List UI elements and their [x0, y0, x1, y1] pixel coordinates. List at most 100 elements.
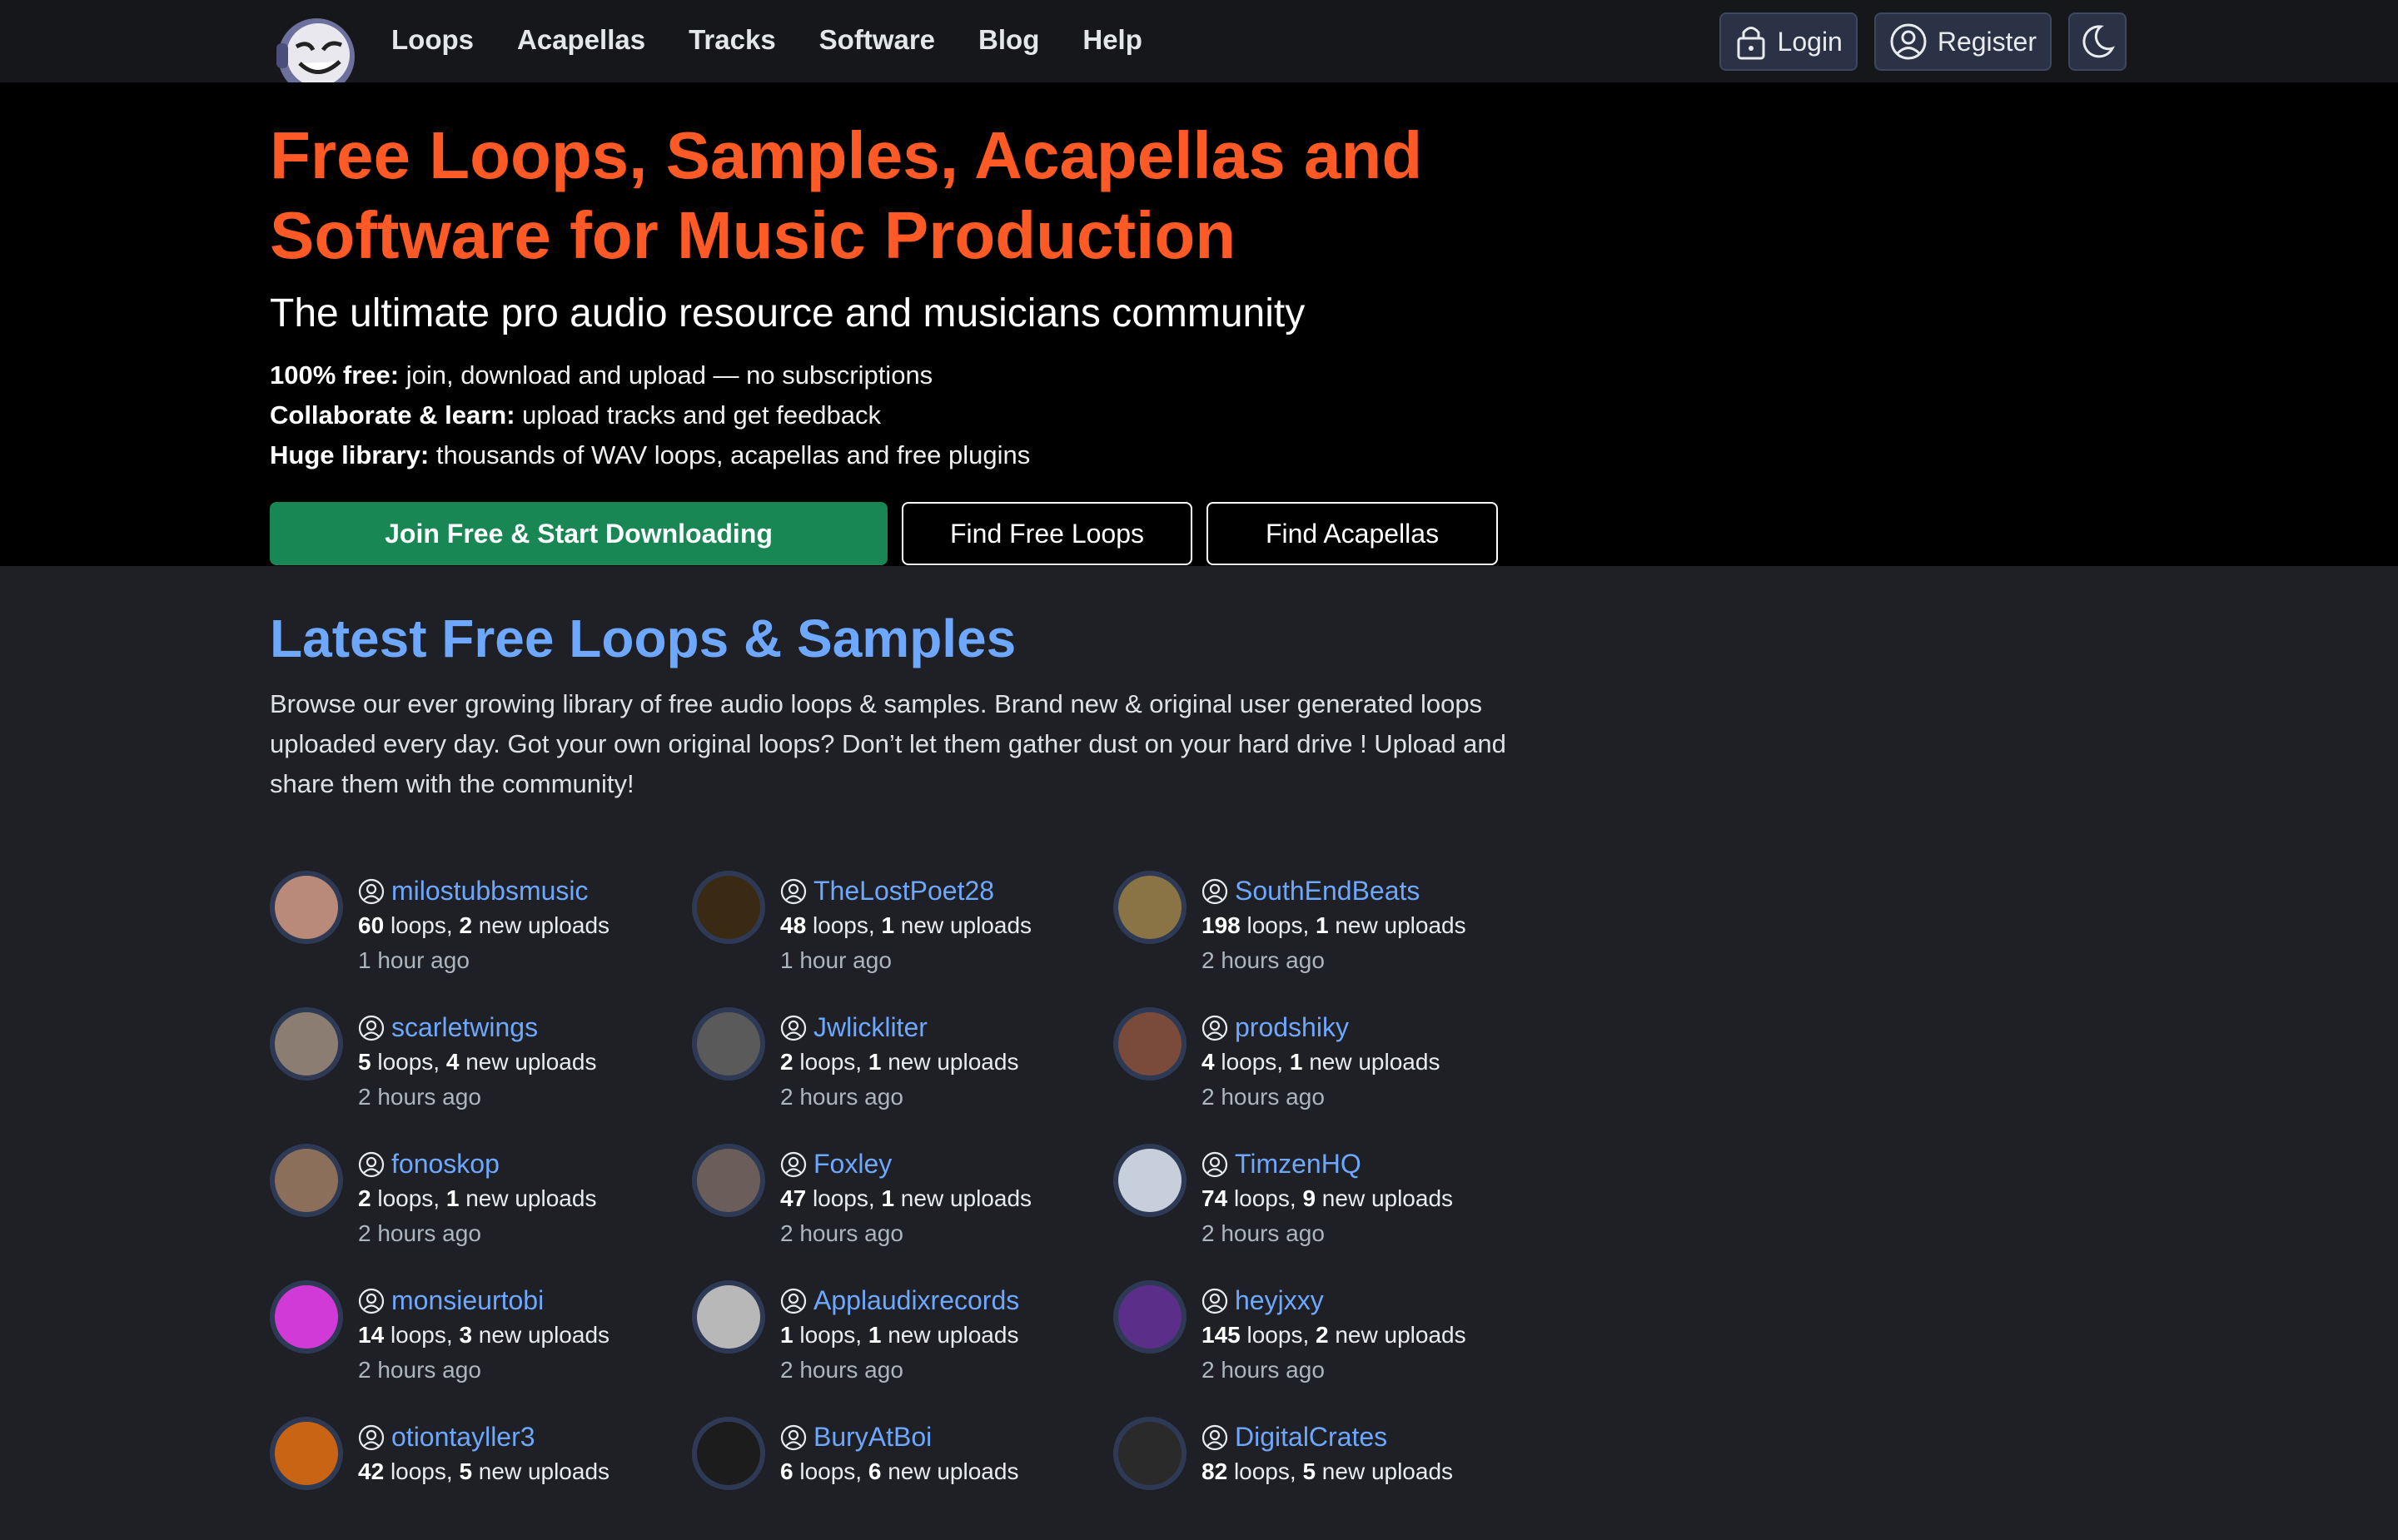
- uploader-name-link[interactable]: Applaudixrecords: [780, 1285, 1019, 1316]
- join-free-button[interactable]: Join Free & Start Downloading: [270, 502, 888, 565]
- nav-blog[interactable]: Blog: [978, 24, 1039, 56]
- uploader-name-link[interactable]: milostubbsmusic: [358, 876, 589, 907]
- uploader-card: otiontayller3 42 loops, 5 new uploads: [270, 1415, 686, 1540]
- uploader-card: BuryAtBoi 6 loops, 6 new uploads: [692, 1415, 1108, 1540]
- avatar-image: [1118, 1149, 1182, 1212]
- avatar[interactable]: [692, 1144, 765, 1217]
- nav-software[interactable]: Software: [819, 24, 935, 56]
- upload-count: 5: [459, 1458, 473, 1484]
- nav-tracks[interactable]: Tracks: [689, 24, 776, 56]
- uploader-stats: 2 loops, 1 new uploads: [780, 1049, 1019, 1075]
- avatar[interactable]: [1113, 1280, 1187, 1354]
- uploader-name-link[interactable]: SouthEndBeats: [1201, 876, 1420, 907]
- avatar[interactable]: [270, 871, 343, 944]
- uploader-name-link[interactable]: prodshiky: [1201, 1012, 1349, 1043]
- loop-count: 2: [358, 1185, 371, 1211]
- upload-count: 1: [1289, 1049, 1303, 1075]
- avatar[interactable]: [270, 1144, 343, 1217]
- upload-count: 3: [459, 1322, 473, 1348]
- uploader-card: SouthEndBeats 198 loops, 1 new uploads 2 h…: [1113, 869, 1530, 994]
- uploader-name-link[interactable]: TimzenHQ: [1201, 1149, 1361, 1180]
- uploader-card: heyjxxy 145 loops, 2 new uploads 2 hours a…: [1113, 1279, 1530, 1403]
- uploader-name: DigitalCrates: [1235, 1422, 1388, 1452]
- uploader-card: fonoskop 2 loops, 1 new uploads 2 hours ag…: [270, 1142, 686, 1267]
- avatar[interactable]: [270, 1007, 343, 1080]
- find-acapellas-button[interactable]: Find Acapellas: [1206, 502, 1498, 565]
- user-circle-icon: [780, 1424, 807, 1450]
- upload-time: 1 hour ago: [358, 947, 470, 973]
- user-circle-icon: [780, 1288, 807, 1314]
- user-circle-icon: [780, 878, 807, 904]
- upload-count: 2: [459, 912, 473, 938]
- latest-loops-title: Latest Free Loops & Samples: [270, 609, 1017, 668]
- upload-count: 1: [1316, 912, 1329, 938]
- uploader-name-link[interactable]: otiontayller3: [358, 1422, 535, 1453]
- avatar[interactable]: [1113, 1417, 1187, 1490]
- uploader-name-link[interactable]: TheLostPoet28: [780, 876, 994, 907]
- uploader-name: milostubbsmusic: [391, 876, 589, 906]
- feature-free: 100% free: join, download and upload — n…: [270, 360, 933, 390]
- lock-icon: [1737, 27, 1765, 60]
- avatar[interactable]: [692, 1417, 765, 1490]
- uploader-card: Applaudixrecords 1 loops, 1 new uploads 2 …: [692, 1279, 1108, 1403]
- uploader-card: Foxley 47 loops, 1 new uploads 2 hours ago: [692, 1142, 1108, 1267]
- uploader-stats: 48 loops, 1 new uploads: [780, 912, 1032, 938]
- uploader-stats: 5 loops, 4 new uploads: [358, 1049, 597, 1075]
- uploader-name: prodshiky: [1235, 1012, 1349, 1042]
- uploader-name-link[interactable]: Jwlickliter: [780, 1012, 928, 1043]
- login-label: Login: [1777, 26, 1843, 57]
- loop-count: 6: [780, 1458, 794, 1484]
- uploader-name-link[interactable]: scarletwings: [358, 1012, 538, 1043]
- avatar-image: [1118, 1285, 1182, 1349]
- uploader-name-link[interactable]: DigitalCrates: [1201, 1422, 1387, 1453]
- register-button[interactable]: Register: [1873, 12, 2052, 71]
- user-circle-icon: [358, 878, 385, 904]
- nav-loops[interactable]: Loops: [391, 24, 474, 56]
- avatar-image: [697, 1149, 760, 1212]
- avatar[interactable]: [270, 1280, 343, 1354]
- avatar[interactable]: [1113, 1007, 1187, 1080]
- register-label: Register: [1937, 26, 2037, 57]
- uploader-stats: 2 loops, 1 new uploads: [358, 1185, 597, 1211]
- upload-time: 2 hours ago: [358, 1084, 481, 1110]
- user-circle-icon: [780, 1151, 807, 1177]
- nav-acapellas[interactable]: Acapellas: [517, 24, 645, 56]
- loop-count: 42: [358, 1458, 385, 1484]
- uploader-name-link[interactable]: Foxley: [780, 1149, 892, 1180]
- uploader-name-link[interactable]: fonoskop: [358, 1149, 500, 1180]
- uploader-name-link[interactable]: heyjxxy: [1201, 1285, 1324, 1316]
- uploader-name: Applaudixrecords: [813, 1285, 1020, 1315]
- theme-toggle-button[interactable]: [2068, 12, 2127, 71]
- loop-count: 145: [1201, 1322, 1241, 1348]
- avatar[interactable]: [692, 1280, 765, 1354]
- uploader-name-link[interactable]: monsieurtobi: [358, 1285, 544, 1316]
- uploader-name: scarletwings: [391, 1012, 539, 1042]
- uploader-stats: 198 loops, 1 new uploads: [1201, 912, 1466, 938]
- uploader-card: prodshiky 4 loops, 1 new uploads 2 hours a…: [1113, 1006, 1530, 1130]
- avatar[interactable]: [1113, 871, 1187, 944]
- find-free-loops-button[interactable]: Find Free Loops: [902, 502, 1192, 565]
- loop-count: 5: [358, 1049, 371, 1075]
- login-button[interactable]: Login: [1719, 12, 1858, 71]
- hero-subtitle: The ultimate pro audio resource and musi…: [270, 291, 1306, 335]
- user-circle-icon: [1201, 1151, 1228, 1177]
- avatar[interactable]: [692, 1007, 765, 1080]
- loop-count: 2: [780, 1049, 794, 1075]
- uploader-name-link[interactable]: BuryAtBoi: [780, 1422, 932, 1453]
- nav-help[interactable]: Help: [1082, 24, 1142, 56]
- avatar[interactable]: [1113, 1144, 1187, 1217]
- user-circle-icon: [358, 1424, 385, 1450]
- uploader-name: heyjxxy: [1235, 1285, 1324, 1315]
- hero-section: Free Loops, Samples, Acapellas and Softw…: [0, 82, 2398, 566]
- upload-count: 6: [868, 1458, 882, 1484]
- upload-count: 5: [1302, 1458, 1316, 1484]
- user-circle-icon: [780, 1015, 807, 1041]
- avatar-image: [1118, 1422, 1182, 1485]
- upload-time: 1 hour ago: [780, 947, 892, 973]
- avatar[interactable]: [270, 1417, 343, 1490]
- upload-time: 2 hours ago: [1201, 1357, 1325, 1383]
- user-circle-icon: [1201, 1015, 1228, 1041]
- uploader-stats: 4 loops, 1 new uploads: [1201, 1049, 1440, 1075]
- uploader-stats: 60 loops, 2 new uploads: [358, 912, 610, 938]
- avatar[interactable]: [692, 871, 765, 944]
